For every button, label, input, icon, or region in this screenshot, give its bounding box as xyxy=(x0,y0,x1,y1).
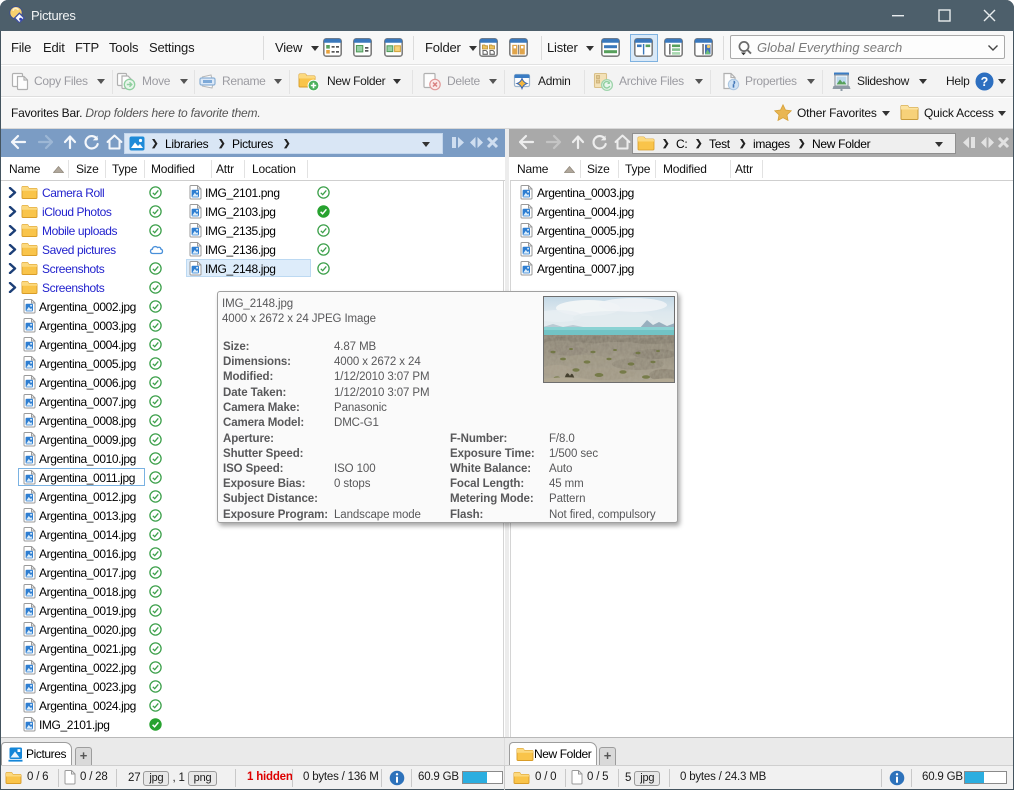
svg-text:?: ? xyxy=(981,75,989,89)
